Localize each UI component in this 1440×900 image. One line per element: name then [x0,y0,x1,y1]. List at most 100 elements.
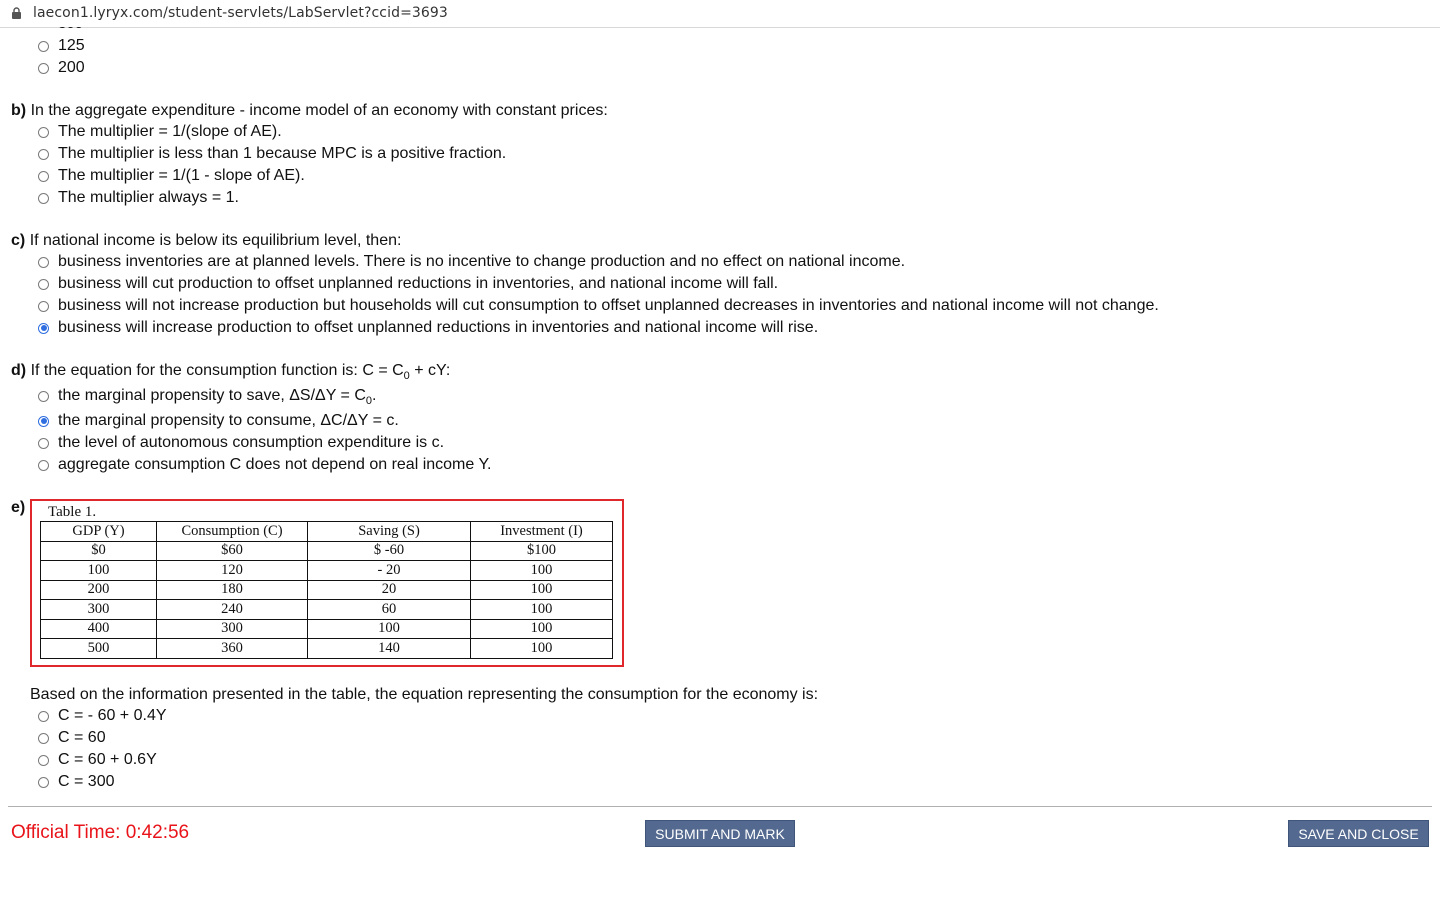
table-row: 500 360 140 100 [40,638,613,659]
radio-button[interactable] [38,170,49,182]
option-label: business will cut production to offset u… [58,275,779,292]
question-text: Based on the information presented in th… [30,686,819,703]
radio-button[interactable] [38,62,49,74]
question-a-option-125[interactable]: 125 [38,36,85,56]
radio-button[interactable] [38,126,49,138]
question-text: If national income is below its equilibr… [29,232,402,249]
subscript: 0 [365,395,373,407]
radio-button[interactable] [38,754,49,766]
question-e-prompt: Based on the information presented in th… [30,686,818,704]
address-bar[interactable]: laecon1.lyryx.com/student-servlets/LabSe… [0,0,1440,28]
option-label: the marginal propensity to consume, ΔC/Δ… [58,412,399,429]
question-e-letter: e) [11,499,25,517]
radio-button-selected[interactable] [38,415,49,427]
option-text: the marginal propensity to save, ΔS/ΔY =… [58,387,366,404]
radio-button[interactable] [38,776,49,788]
option-label: The multiplier always = 1. [58,189,239,206]
table-cell: 120 [156,560,308,581]
table-cell: 100 [470,579,613,600]
question-d-option-3[interactable]: the level of autonomous consumption expe… [38,433,444,453]
question-b-option-4[interactable]: The multiplier always = 1. [38,188,239,208]
option-label: C = 60 [58,729,106,746]
question-d-option-1[interactable]: the marginal propensity to save, ΔS/ΔY =… [38,386,377,407]
option-label: The multiplier = 1/(1 - slope of AE). [58,167,305,184]
data-table: GDP (Y) Consumption (C) Saving (S) Inves… [40,521,613,659]
table-row: 100 120 - 20 100 [40,560,613,581]
table-cell: 300 [40,599,157,620]
option-text-end: . [372,387,377,404]
option-label: business will not increase production bu… [58,297,1159,314]
option-label: the level of autonomous consumption expe… [58,434,445,451]
url-text[interactable]: laecon1.lyryx.com/student-servlets/LabSe… [33,5,448,21]
table-image-box: Table 1. GDP (Y) Consumption (C) Saving … [30,499,624,667]
question-text-end: + cY: [409,362,451,379]
table-row: 200 180 20 100 [40,579,613,600]
table-cell: 360 [156,638,308,659]
option-label: 200 [58,59,85,76]
question-b-option-2[interactable]: The multiplier is less than 1 because MP… [38,144,506,164]
table-cell: $60 [156,540,308,561]
option-label: C = - 60 + 0.4Y [58,707,167,724]
radio-button[interactable] [38,256,49,268]
question-d-prompt: d) If the equation for the consumption f… [11,362,451,382]
question-c-prompt: c) If national income is below its equil… [11,232,401,250]
table-cell: 180 [156,579,308,600]
option-label: business will increase production to off… [58,319,819,336]
radio-button-selected[interactable] [38,322,49,334]
table-cell: $0 [40,540,157,561]
footer-divider [8,806,1432,807]
table-cell: 140 [307,638,471,659]
question-c-option-1[interactable]: business inventories are at planned leve… [38,252,905,272]
table-row: 400 300 100 100 [40,618,613,639]
question-d-option-2[interactable]: the marginal propensity to consume, ΔC/Δ… [38,411,399,431]
table-header-row: GDP (Y) Consumption (C) Saving (S) Inves… [40,521,613,542]
option-label: 125 [58,37,85,54]
table-cell: $ -60 [307,540,471,561]
question-letter: b) [11,102,27,119]
table-cell: 60 [307,599,471,620]
radio-button[interactable] [38,300,49,312]
question-b-option-3[interactable]: The multiplier = 1/(1 - slope of AE). [38,166,305,186]
question-b-prompt: b) In the aggregate expenditure - income… [11,102,608,120]
table-header: Saving (S) [307,521,471,542]
table-cell: 100 [470,599,613,620]
question-c-option-2[interactable]: business will cut production to offset u… [38,274,778,294]
cut-off-option: 300 [58,27,86,31]
question-e-option-1[interactable]: C = - 60 + 0.4Y [38,706,167,726]
submit-and-mark-button[interactable]: SUBMIT AND MARK [645,820,795,847]
radio-button[interactable] [38,732,49,744]
question-b-option-1[interactable]: The multiplier = 1/(slope of AE). [38,122,282,142]
question-c-option-4[interactable]: business will increase production to off… [38,318,818,338]
question-letter: d) [11,362,27,379]
table-cell: 200 [40,579,157,600]
table-cell: 300 [156,618,308,639]
question-e-option-2[interactable]: C = 60 [38,728,106,748]
official-timer: Official Time: 0:42:56 [11,822,190,843]
table-cell: 400 [40,618,157,639]
table-cell: 100 [470,638,613,659]
lock-icon [12,7,21,19]
radio-button[interactable] [38,40,49,52]
table-cell: 100 [470,618,613,639]
question-d-option-4[interactable]: aggregate consumption C does not depend … [38,455,492,475]
table-header: Consumption (C) [156,521,308,542]
radio-button[interactable] [38,437,49,449]
radio-button[interactable] [38,390,49,402]
radio-button[interactable] [38,278,49,290]
question-letter: e) [11,499,26,516]
radio-button[interactable] [38,192,49,204]
table-cell: 100 [470,560,613,581]
save-and-close-button[interactable]: SAVE AND CLOSE [1288,820,1429,847]
radio-button[interactable] [38,459,49,471]
radio-button[interactable] [38,710,49,722]
question-e-option-4[interactable]: C = 300 [38,772,114,792]
question-c-option-3[interactable]: business will not increase production bu… [38,296,1159,316]
question-text: In the aggregate expenditure - income mo… [30,102,608,119]
radio-button[interactable] [38,148,49,160]
question-a-option-200[interactable]: 200 [38,58,85,78]
question-letter: c) [11,232,26,249]
table-cell: 20 [307,579,471,600]
table-cell: 500 [40,638,157,659]
option-label: aggregate consumption C does not depend … [58,456,492,473]
question-e-option-3[interactable]: C = 60 + 0.6Y [38,750,157,770]
